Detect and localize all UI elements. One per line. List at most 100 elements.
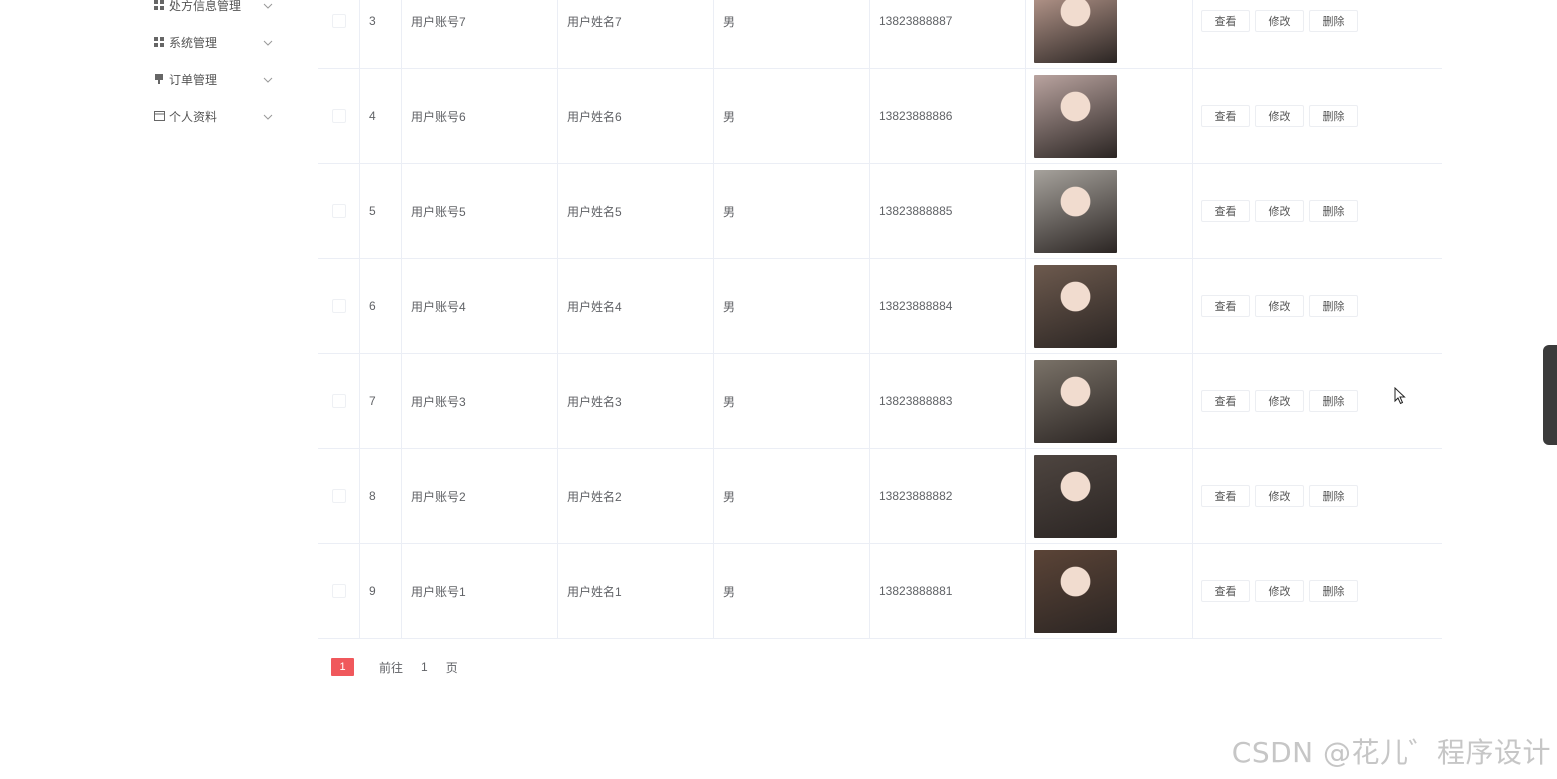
view-button[interactable]: 查看: [1201, 200, 1250, 222]
edit-button[interactable]: 修改: [1255, 580, 1304, 602]
phone-cell: 13823888885: [870, 164, 1026, 258]
chevron-down-icon: [263, 74, 273, 84]
account-cell: 用户账号2: [402, 449, 558, 543]
photo-cell: [1026, 69, 1193, 163]
sex-cell: 男: [714, 449, 870, 543]
view-button[interactable]: 查看: [1201, 295, 1250, 317]
edit-button[interactable]: 修改: [1255, 485, 1304, 507]
edit-button[interactable]: 修改: [1255, 390, 1304, 412]
name-cell: 用户姓名1: [558, 544, 714, 638]
edit-button[interactable]: 修改: [1255, 200, 1304, 222]
view-button[interactable]: 查看: [1201, 105, 1250, 127]
actions-cell: 查看 修改 删除: [1193, 544, 1442, 638]
user-photo: [1034, 169, 1117, 253]
index-cell: 5: [360, 164, 402, 258]
name-cell: 用户姓名2: [558, 449, 714, 543]
delete-button[interactable]: 删除: [1309, 295, 1358, 317]
account-cell: 用户账号5: [402, 164, 558, 258]
table-row: 5 用户账号5 用户姓名5 男 13823888885 查看 修改 删除: [318, 164, 1442, 259]
account-cell: 用户账号4: [402, 259, 558, 353]
sidebar-item-prescription[interactable]: 处方信息管理: [153, 0, 273, 15]
sidebar: 处方信息管理 系统管理 订单管理 个人资料: [0, 0, 318, 779]
user-photo: [1034, 0, 1117, 63]
row-select-cell: [318, 69, 360, 163]
view-button[interactable]: 查看: [1201, 10, 1250, 32]
delete-button[interactable]: 删除: [1309, 390, 1358, 412]
goto-unit-label: 页: [445, 660, 458, 675]
row-select-cell: [318, 449, 360, 543]
row-select-cell: [318, 259, 360, 353]
delete-button[interactable]: 删除: [1309, 10, 1358, 32]
mouse-cursor-icon: [1394, 386, 1406, 405]
sidebar-item-label: 处方信息管理: [169, 0, 242, 13]
name-cell: 用户姓名6: [558, 69, 714, 163]
chevron-down-icon: [263, 37, 273, 47]
row-checkbox[interactable]: [331, 299, 346, 313]
row-checkbox[interactable]: [331, 489, 346, 503]
edit-button[interactable]: 修改: [1255, 10, 1304, 32]
account-cell: 用户账号7: [402, 0, 558, 68]
user-photo: [1034, 454, 1117, 538]
phone-cell: 13823888882: [870, 449, 1026, 543]
calendar-icon: [153, 110, 165, 122]
sex-cell: 男: [714, 0, 870, 68]
row-checkbox[interactable]: [331, 584, 346, 598]
photo-cell: [1026, 354, 1193, 448]
row-checkbox[interactable]: [331, 204, 346, 218]
phone-cell: 13823888883: [870, 354, 1026, 448]
chevron-down-icon: [263, 111, 273, 121]
user-photo: [1034, 359, 1117, 443]
view-button[interactable]: 查看: [1201, 580, 1250, 602]
sex-cell: 男: [714, 259, 870, 353]
phone-cell: 13823888886: [870, 69, 1026, 163]
row-checkbox[interactable]: [331, 14, 346, 28]
edit-button[interactable]: 修改: [1255, 295, 1304, 317]
actions-cell: 查看 修改 删除: [1193, 69, 1442, 163]
index-cell: 7: [360, 354, 402, 448]
view-button[interactable]: 查看: [1201, 390, 1250, 412]
user-photo: [1034, 74, 1117, 158]
actions-cell: 查看 修改 删除: [1193, 259, 1442, 353]
table-row: 9 用户账号1 用户姓名1 男 13823888881 查看 修改 删除: [318, 544, 1442, 639]
table-row: 8 用户账号2 用户姓名2 男 13823888882 查看 修改 删除: [318, 449, 1442, 544]
sex-cell: 男: [714, 69, 870, 163]
row-select-cell: [318, 0, 360, 68]
view-button[interactable]: 查看: [1201, 485, 1250, 507]
goto-label: 前往: [379, 660, 404, 675]
chevron-down-icon: [263, 0, 273, 10]
scroll-handle[interactable]: [1543, 345, 1557, 445]
table-row: 3 用户账号7 用户姓名7 男 13823888887 查看 修改 删除: [318, 0, 1442, 69]
edit-button[interactable]: 修改: [1255, 105, 1304, 127]
account-cell: 用户账号6: [402, 69, 558, 163]
sidebar-item-system[interactable]: 系统管理: [153, 32, 273, 52]
row-select-cell: [318, 164, 360, 258]
table-row: 7 用户账号3 用户姓名3 男 13823888883 查看 修改 删除: [318, 354, 1442, 449]
photo-cell: [1026, 0, 1193, 68]
delete-button[interactable]: 删除: [1309, 580, 1358, 602]
goto-page-input[interactable]: 1: [421, 660, 428, 674]
sidebar-item-label: 系统管理: [169, 35, 218, 50]
photo-cell: [1026, 164, 1193, 258]
grid-icon: [153, 0, 165, 11]
phone-cell: 13823888884: [870, 259, 1026, 353]
sidebar-item-orders[interactable]: 订单管理: [153, 69, 273, 89]
delete-button[interactable]: 删除: [1309, 485, 1358, 507]
index-cell: 8: [360, 449, 402, 543]
delete-button[interactable]: 删除: [1309, 200, 1358, 222]
index-cell: 6: [360, 259, 402, 353]
photo-cell: [1026, 449, 1193, 543]
phone-cell: 13823888887: [870, 0, 1026, 68]
index-cell: 3: [360, 0, 402, 68]
sidebar-item-profile[interactable]: 个人资料: [153, 106, 273, 126]
page-number-active[interactable]: 1: [331, 658, 354, 676]
delete-button[interactable]: 删除: [1309, 105, 1358, 127]
account-cell: 用户账号3: [402, 354, 558, 448]
sex-cell: 男: [714, 354, 870, 448]
table-row: 6 用户账号4 用户姓名4 男 13823888884 查看 修改 删除: [318, 259, 1442, 354]
row-checkbox[interactable]: [331, 109, 346, 123]
actions-cell: 查看 修改 删除: [1193, 0, 1442, 68]
user-photo: [1034, 264, 1117, 348]
row-checkbox[interactable]: [331, 394, 346, 408]
pin-icon: [153, 73, 165, 85]
name-cell: 用户姓名7: [558, 0, 714, 68]
